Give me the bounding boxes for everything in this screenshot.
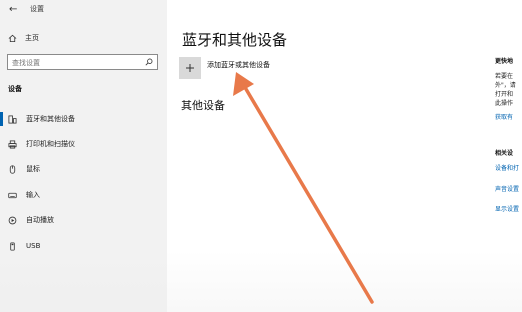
plus-icon xyxy=(186,64,194,72)
sidebar-item-label: 蓝牙和其他设备 xyxy=(26,115,75,123)
bluetooth-devices-icon xyxy=(8,114,17,124)
usb-icon xyxy=(10,241,15,251)
page-title: 蓝牙和其他设备 xyxy=(182,31,288,49)
related-link-sound[interactable]: 声音设置 xyxy=(495,184,519,193)
autoplay-icon xyxy=(8,216,17,224)
home-icon xyxy=(8,34,17,42)
printer-icon xyxy=(8,139,17,149)
sidebar-item-label: USB xyxy=(26,242,41,250)
main-content: 蓝牙和其他设备 添加蓝牙或其他设备 其他设备 xyxy=(167,0,492,312)
right-pane-heading: 更快地 xyxy=(495,58,514,65)
sidebar-item-usb[interactable]: USB xyxy=(8,240,40,252)
related-settings-heading: 相关设 xyxy=(495,150,514,157)
add-device-label: 添加蓝牙或其他设备 xyxy=(207,61,270,69)
window-title: 设置 xyxy=(30,5,44,13)
right-pane-line: 此操作 xyxy=(495,100,514,107)
sidebar-item-autoplay[interactable]: 自动播放 xyxy=(8,214,54,226)
related-link-display[interactable]: 显示设置 xyxy=(495,204,519,213)
sidebar-item-home[interactable]: 主页 xyxy=(8,33,39,43)
search-input[interactable] xyxy=(12,58,137,67)
right-pane-line: 打开和 xyxy=(495,91,514,98)
add-device-button[interactable]: 添加蓝牙或其他设备 xyxy=(179,57,270,79)
sidebar-item-label: 鼠标 xyxy=(26,165,40,173)
mouse-icon xyxy=(9,164,16,174)
sidebar-item-label: 输入 xyxy=(26,191,40,199)
sidebar-item-input[interactable]: 输入 xyxy=(8,189,40,201)
sidebar-item-printers[interactable]: 打印机和扫描仪 xyxy=(8,138,75,150)
add-tile[interactable] xyxy=(179,57,201,79)
right-pane-line: 外"，请 xyxy=(495,82,516,89)
related-link-devices-printers[interactable]: 设备和打 xyxy=(495,163,519,172)
sidebar-item-label: 打印机和扫描仪 xyxy=(26,140,75,148)
right-info-pane: 更快地 若要在 外"，请 打开和 此操作 获取有 相关设 设备和打 声音设置 显… xyxy=(492,0,522,312)
search-field[interactable] xyxy=(7,54,158,70)
sidebar-item-label: 自动播放 xyxy=(26,216,54,224)
section-title-devices: 设备 xyxy=(8,85,22,93)
sidebar-item-bluetooth[interactable]: 蓝牙和其他设备 xyxy=(8,113,75,125)
sidebar-item-mouse[interactable]: 鼠标 xyxy=(8,163,40,175)
right-pane-link[interactable]: 获取有 xyxy=(495,112,513,121)
search-icon[interactable] xyxy=(145,58,153,66)
active-indicator xyxy=(0,112,3,126)
keyboard-icon xyxy=(8,192,17,198)
right-pane-line: 若要在 xyxy=(495,73,514,80)
sidebar-home-label: 主页 xyxy=(25,34,39,42)
back-button[interactable]: ← xyxy=(9,4,17,15)
settings-window: ← 设置 主页 设备 蓝牙和其他设备 xyxy=(0,0,522,312)
sidebar: ← 设置 主页 设备 蓝牙和其他设备 xyxy=(0,0,167,312)
other-devices-heading: 其他设备 xyxy=(181,99,225,112)
